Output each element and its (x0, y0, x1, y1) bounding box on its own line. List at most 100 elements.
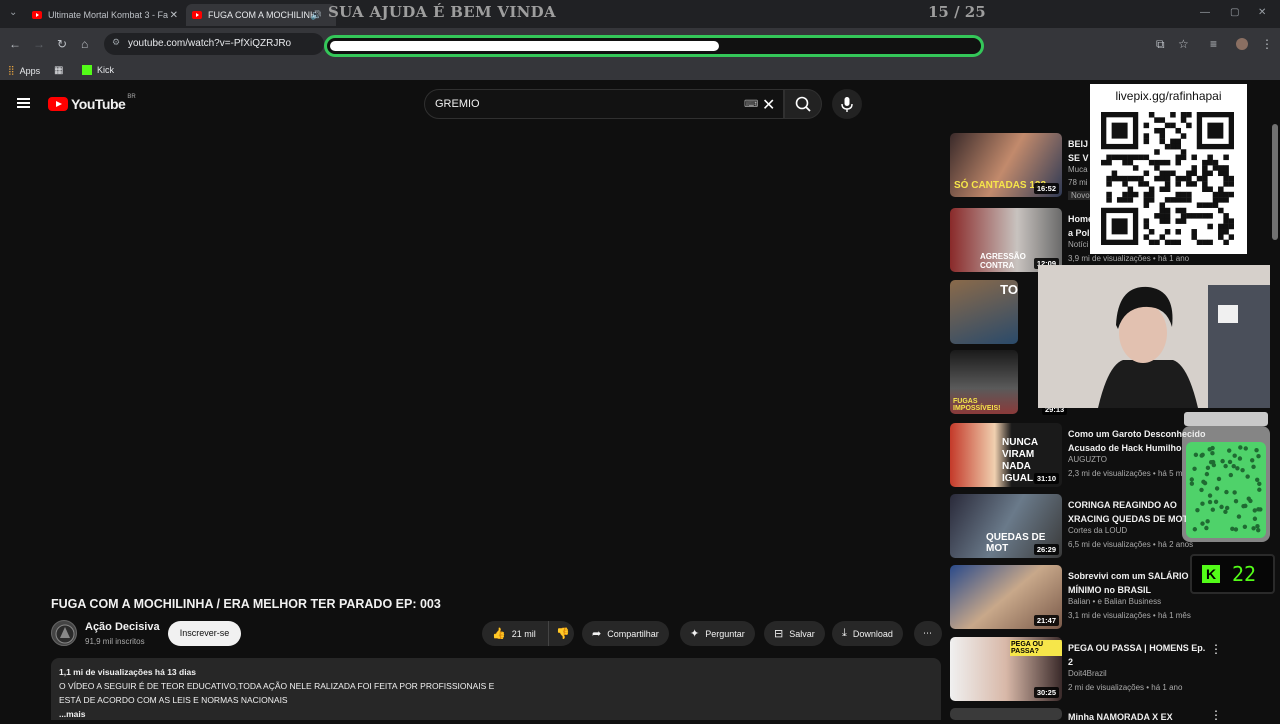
kick-viewer-counter: K 22 (1190, 554, 1275, 594)
minimize-icon[interactable]: — (1200, 7, 1210, 18)
video-thumbnail[interactable]: FUGAS IMPOSSÍVEIS! (950, 350, 1018, 414)
video-thumbnail[interactable]: AGRESSÃO CONTRA 12:09 (950, 208, 1062, 272)
jar-coin (1224, 505, 1230, 511)
recommendation-item[interactable]: PEGA OU PASSA? 30:25 PEGA OU PASSA | HOM… (950, 637, 1222, 703)
qr-module (1106, 191, 1112, 198)
qr-module (1106, 159, 1112, 166)
jar-coin (1238, 445, 1243, 450)
qr-module (1101, 159, 1107, 166)
qr-module (1122, 175, 1128, 182)
video-duration: 30:25 (1033, 687, 1059, 698)
clear-search-icon[interactable]: ✕ (762, 95, 775, 115)
qr-module (1143, 202, 1150, 208)
media-control-icon[interactable]: ≡ (1210, 37, 1217, 51)
hamburger-menu-icon[interactable] (17, 98, 30, 108)
share-button[interactable]: ➦ Compartilhar (582, 621, 669, 646)
subscribe-button[interactable]: Inscrever-se (168, 621, 241, 646)
reload-icon[interactable]: ↻ (57, 37, 67, 51)
search-input[interactable]: GREMIO (424, 89, 784, 119)
youtube-logo[interactable]: YouTube BR (48, 94, 136, 112)
sidebar-scrollbar[interactable] (1272, 124, 1278, 240)
qr-module (1132, 165, 1139, 171)
browser-menu-icon[interactable]: ⋮ (1261, 37, 1273, 51)
recommendation-channel: Doit4Brazil (1068, 669, 1107, 678)
jar-coin (1232, 453, 1237, 458)
jar-coin (1246, 496, 1251, 501)
save-button[interactable]: ⊟ Salvar (764, 621, 825, 646)
channel-name[interactable]: Ação Decisiva (85, 621, 160, 633)
qr-module (1223, 197, 1229, 203)
install-icon[interactable]: ⧉ (1156, 37, 1165, 52)
browser-tab-2[interactable]: FUGA COM A MOCHILINH 🔊 (186, 4, 336, 26)
qr-module (1223, 175, 1229, 182)
video-thumbnail[interactable]: QUEDAS DE MOT 26:29 (950, 494, 1062, 558)
qr-module (1180, 112, 1187, 118)
back-icon[interactable]: ← (9, 37, 21, 51)
more-actions-button[interactable]: ⋯ (914, 621, 942, 646)
bookmark-star-icon[interactable]: ☆ (1178, 37, 1189, 51)
qr-module (1175, 143, 1181, 150)
qr-module (1122, 159, 1128, 166)
jar-coin (1233, 527, 1239, 532)
bookmarks-bar: ⣿ Apps ▦ Kick (0, 60, 1280, 80)
site-info-icon[interactable]: ⚙ (112, 37, 120, 48)
bookmark-apps[interactable]: ⣿ Apps (8, 65, 40, 76)
region-code: BR (127, 94, 136, 100)
address-bar[interactable]: ⚙ youtube.com/watch?v=-PfXiQZRJRo (104, 33, 324, 55)
qr-module (1218, 229, 1224, 235)
video-thumbnail[interactable]: 21:47 (950, 565, 1062, 629)
tab-groups-icon[interactable]: ▦ (54, 65, 63, 76)
video-thumbnail[interactable]: NUNCA VIRAM NADA IGUAL 31:10 (950, 423, 1062, 487)
home-icon[interactable]: ⌂ (81, 37, 88, 51)
jar-coin (1227, 459, 1233, 465)
ask-button[interactable]: ✦ Perguntar (680, 621, 755, 646)
close-window-icon[interactable]: ✕ (1258, 7, 1266, 18)
jar-coin (1232, 490, 1237, 495)
dislike-button[interactable]: 👎 (548, 621, 574, 646)
qr-module (1175, 138, 1181, 145)
video-thumbnail[interactable]: SÓ CANTADAS 122 16:52 (950, 133, 1062, 197)
qr-module (1191, 181, 1197, 187)
video-duration: 26:29 (1033, 544, 1059, 555)
more-vertical-icon[interactable]: ⋮ (1210, 642, 1222, 656)
youtube-play-icon (48, 97, 68, 111)
video-thumbnail[interactable] (950, 708, 1062, 720)
qr-module (1175, 175, 1181, 182)
tab-search-icon[interactable]: ⌄ (9, 7, 17, 18)
qr-module (1164, 175, 1171, 182)
video-thumbnail[interactable]: TO (950, 280, 1018, 344)
recommendation-item[interactable]: 21:47 Sobrevivi com um SALÁRIO MÍNIMO no… (950, 565, 1220, 631)
keyboard-icon[interactable]: ⌨ (744, 99, 758, 110)
qr-module (1159, 207, 1166, 214)
qr-module (1223, 165, 1229, 171)
download-button[interactable]: ⤓ Download (832, 621, 903, 646)
profile-avatar[interactable] (1236, 38, 1248, 50)
qr-module (1154, 175, 1160, 182)
video-description[interactable]: 1,1 mi de visualizações há 13 dias O VÍD… (51, 658, 941, 720)
qr-module (1143, 138, 1150, 145)
voice-search-button[interactable] (832, 89, 862, 119)
recommendation-item[interactable]: Minha NAMORADA X EX ⋮ (950, 708, 1222, 722)
jar-coin (1216, 476, 1222, 482)
like-button[interactable]: 👍 21 mil (482, 621, 548, 646)
search-button[interactable] (784, 89, 822, 119)
show-more-link[interactable]: ...mais (59, 707, 941, 721)
channel-avatar[interactable] (51, 620, 77, 646)
video-thumbnail[interactable]: PEGA OU PASSA? 30:25 (950, 637, 1062, 701)
bookmark-kick[interactable]: Kick (82, 65, 114, 75)
qr-module (1207, 170, 1213, 177)
viewer-count: 22 (1232, 562, 1257, 586)
video-player[interactable] (0, 124, 945, 584)
download-label: Download (852, 628, 893, 639)
jar-coin (1251, 526, 1256, 531)
jar-coin (1195, 507, 1200, 513)
qr-module (1132, 175, 1139, 182)
jar-coin (1252, 516, 1258, 521)
forward-icon[interactable]: → (33, 37, 45, 51)
close-tab-icon[interactable]: ✕ (170, 10, 178, 21)
maximize-icon[interactable]: ▢ (1230, 7, 1239, 18)
qr-module (1154, 117, 1160, 123)
speaker-icon[interactable]: 🔊 (311, 10, 322, 21)
browser-tab-1[interactable]: Ultimate Mortal Kombat 3 - Fa ✕ (26, 4, 186, 26)
jar-coin (1256, 454, 1261, 459)
